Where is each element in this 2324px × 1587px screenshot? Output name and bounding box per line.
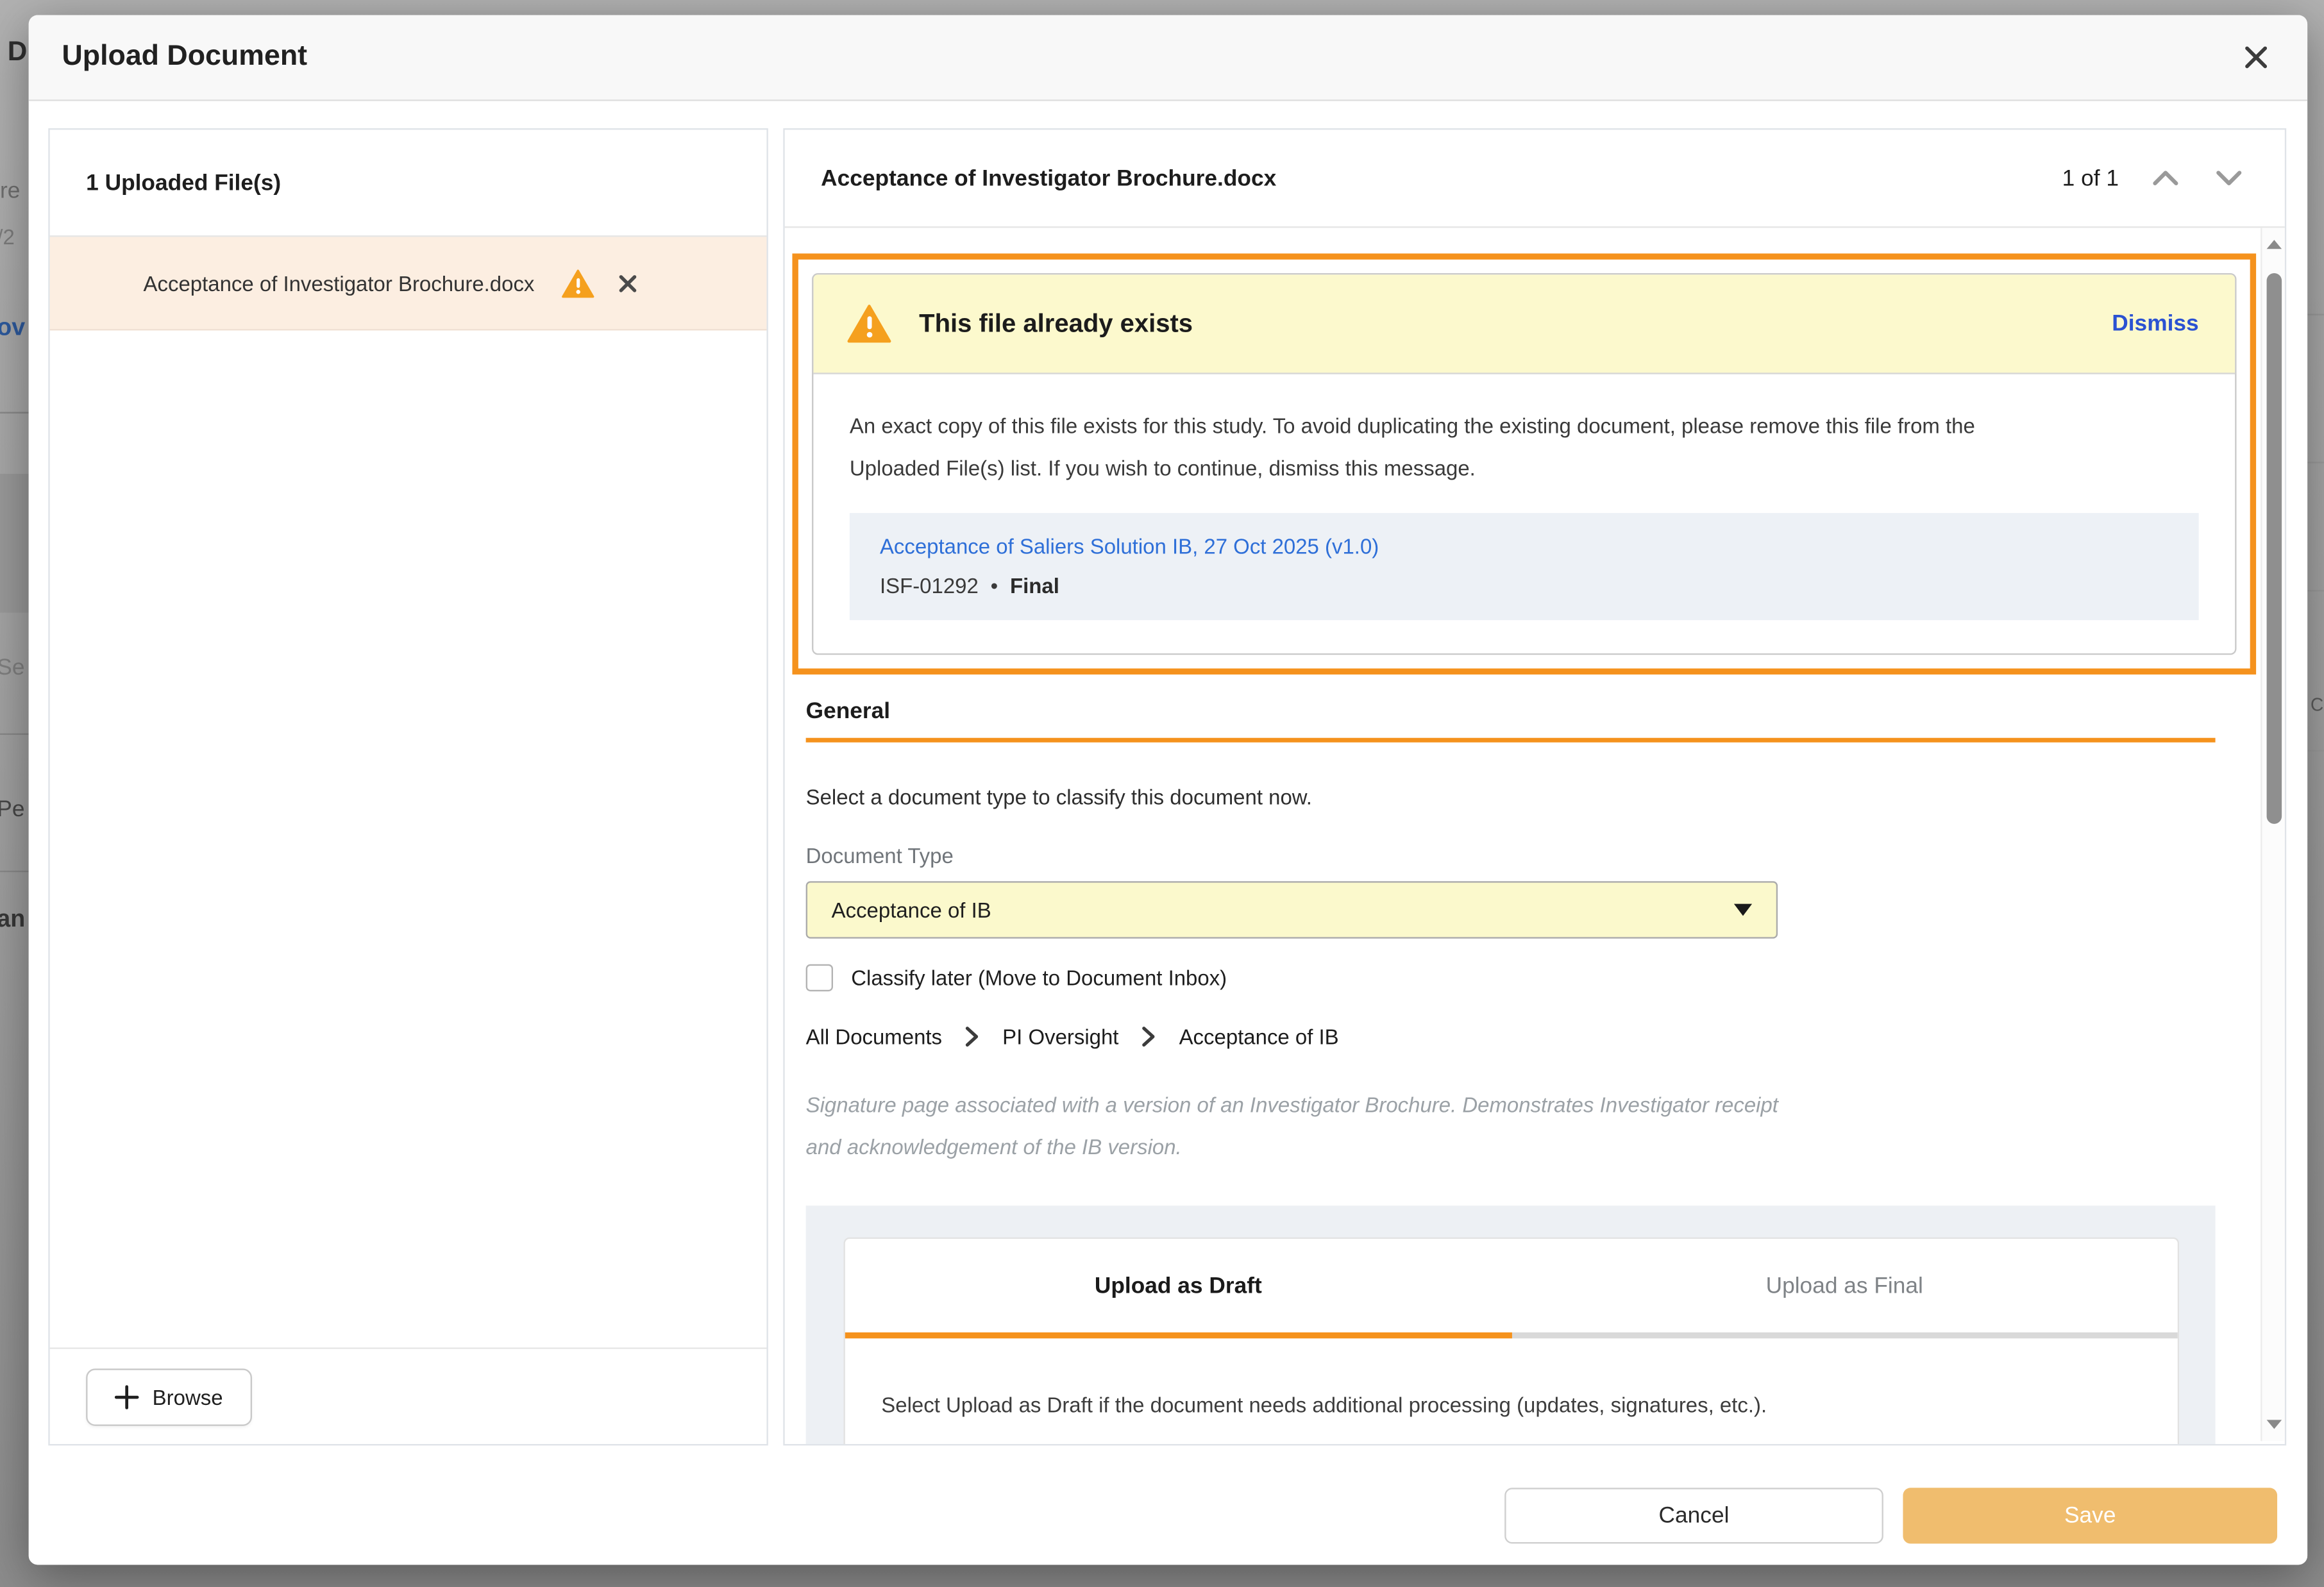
bullet-separator: • (991, 573, 998, 598)
active-tab-underline (845, 1332, 1511, 1338)
inactive-tab-underline (1511, 1332, 2178, 1338)
close-icon[interactable] (2238, 39, 2274, 75)
dialog-body: 1 Uploaded File(s) Acceptance of Investi… (29, 101, 2307, 1446)
background-divider (2307, 462, 2324, 463)
background-text-fragment: re (0, 178, 20, 204)
chevron-up-icon[interactable] (2149, 162, 2182, 195)
document-type-select[interactable]: Acceptance of IB (806, 881, 1778, 938)
background-text-fragment: Pe (0, 797, 24, 823)
breadcrumb-acceptance-of-ib[interactable]: Acceptance of IB (1179, 1025, 1339, 1049)
uploaded-file-row[interactable]: Acceptance of Investigator Brochure.docx (50, 237, 767, 330)
general-heading-rule (806, 738, 2216, 743)
background-text-fragment: D (8, 36, 28, 67)
document-type-description: Signature page associated with a version… (806, 1084, 2216, 1168)
tab-upload-as-final[interactable]: Upload as Final (1511, 1239, 2178, 1332)
warning-triangle-icon (846, 303, 892, 344)
browse-button[interactable]: Browse (86, 1368, 251, 1425)
upload-mode-section: Upload as Draft Upload as Final Select U… (806, 1205, 2216, 1444)
classify-instruction: Select a document type to classify this … (806, 785, 2216, 809)
document-id: ISF-01292 (880, 573, 979, 598)
document-status: Final (1010, 573, 1059, 598)
background-text-fragment: C (2311, 694, 2323, 715)
save-button[interactable]: Save (1903, 1488, 2277, 1543)
uploaded-files-footer: Browse (50, 1347, 767, 1444)
browse-button-label: Browse (153, 1384, 223, 1409)
background-divider (2307, 314, 2324, 315)
document-detail-body: This file already exists Dismiss An exac… (785, 228, 2285, 1444)
classify-later-checkbox[interactable] (806, 964, 833, 991)
upload-mode-tabs: Upload as Draft Upload as Final (845, 1239, 2178, 1332)
upload-document-dialog: Upload Document 1 Uploaded File(s) Accep… (29, 15, 2307, 1565)
chevron-right-icon (1141, 1026, 1157, 1047)
breadcrumb-pi-oversight[interactable]: PI Oversight (1002, 1025, 1118, 1049)
background-divider (0, 412, 29, 413)
uploaded-files-header: 1 Uploaded File(s) (50, 130, 767, 237)
scroll-up-icon[interactable] (2267, 240, 2282, 249)
chevron-right-icon (964, 1026, 980, 1047)
alert-title: This file already exists (919, 308, 1193, 339)
warning-triangle-icon (562, 268, 595, 298)
duplicate-alert: This file already exists Dismiss An exac… (812, 273, 2236, 655)
remove-file-icon[interactable] (619, 274, 637, 292)
background-divider (2307, 750, 2324, 752)
uploaded-files-count: 1 Uploaded File(s) (86, 170, 281, 196)
caret-down-icon (1734, 904, 1752, 916)
duplicate-alert-header: This file already exists Dismiss (813, 274, 2235, 374)
document-detail-panel: Acceptance of Investigator Brochure.docx… (783, 128, 2286, 1445)
document-detail-header: Acceptance of Investigator Brochure.docx… (785, 130, 2285, 228)
dialog-title: Upload Document (62, 41, 307, 74)
breadcrumb: All Documents PI Oversight Acceptance of… (806, 1025, 2216, 1049)
background-divider (2307, 896, 2324, 898)
scrollbar-thumb[interactable] (2267, 273, 2282, 824)
breadcrumb-all-documents[interactable]: All Documents (806, 1025, 942, 1049)
dialog-footer: Cancel Save (29, 1445, 2307, 1565)
pager-count: 1 of 1 (2062, 165, 2119, 191)
uploaded-files-panel: 1 Uploaded File(s) Acceptance of Investi… (48, 128, 768, 1445)
dialog-header: Upload Document (29, 15, 2307, 101)
upload-mode-card: Upload as Draft Upload as Final Select U… (843, 1238, 2179, 1444)
tab-upload-as-draft[interactable]: Upload as Draft (845, 1239, 1511, 1332)
background-band (0, 474, 29, 612)
classify-later-row: Classify later (Move to Document Inbox) (806, 964, 2216, 991)
document-file-title: Acceptance of Investigator Brochure.docx (821, 165, 1276, 191)
alert-message: An exact copy of this file exists for th… (850, 405, 2223, 489)
duplicate-alert-content: An exact copy of this file exists for th… (813, 374, 2235, 653)
cancel-button[interactable]: Cancel (1504, 1488, 1883, 1543)
background-text-fragment: an (0, 907, 25, 934)
uploaded-file-name: Acceptance of Investigator Brochure.docx (144, 271, 535, 295)
upload-as-draft-note: Select Upload as Draft if the document n… (845, 1338, 2178, 1416)
background-divider (0, 871, 29, 872)
document-pager: 1 of 1 (2062, 162, 2246, 195)
duplicate-alert-highlight: This file already exists Dismiss An exac… (792, 253, 2256, 675)
background-text-fragment: Se (0, 655, 24, 680)
uploaded-files-empty-area (50, 330, 767, 1347)
dismiss-link[interactable]: Dismiss (2112, 311, 2198, 337)
screen: D re /2 ov Se Pe an C Upload Document 1 … (0, 0, 2324, 1587)
background-divider (0, 734, 29, 735)
background-text-fragment: /2 (0, 225, 15, 249)
background-link-fragment: ov (0, 315, 25, 342)
general-section: General Select a document type to classi… (806, 699, 2216, 1445)
vertical-scrollbar[interactable] (2261, 228, 2285, 1441)
document-type-label: Document Type (806, 843, 2216, 868)
existing-document-meta: ISF-01292 • Final (880, 573, 2169, 598)
chevron-down-icon[interactable] (2212, 162, 2246, 195)
background-divider (2307, 590, 2324, 591)
existing-document-card: Acceptance of Saliers Solution IB, 27 Oc… (850, 513, 2199, 620)
document-type-value: Acceptance of IB (832, 898, 991, 922)
general-heading: General (806, 699, 2216, 725)
plus-icon (115, 1384, 139, 1409)
page-backdrop: D re /2 ov Se Pe an C Upload Document 1 … (0, 0, 2324, 1587)
scroll-down-icon[interactable] (2267, 1420, 2282, 1429)
classify-later-label: Classify later (Move to Document Inbox) (851, 966, 1227, 990)
tab-underline-track (845, 1332, 2178, 1338)
existing-document-link[interactable]: Acceptance of Saliers Solution IB, 27 Oc… (880, 534, 1379, 558)
